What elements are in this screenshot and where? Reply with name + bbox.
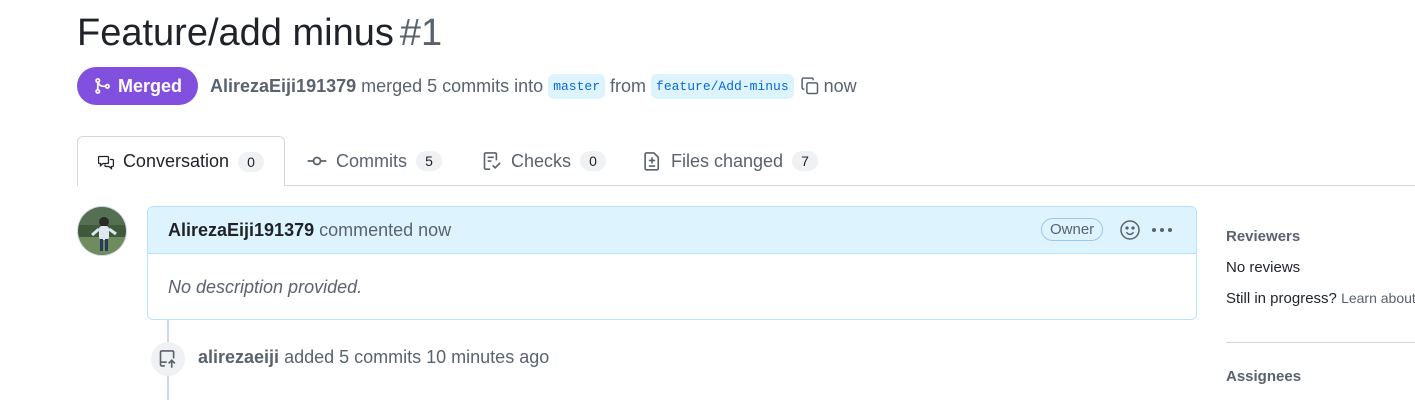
sidebar-divider: [1226, 342, 1415, 343]
comment-header: AlirezaEiji191379 commented now Owner: [148, 207, 1196, 254]
avatar[interactable]: [77, 206, 127, 256]
tab-conversation-count: 0: [238, 151, 264, 172]
tab-commits-count: 5: [416, 151, 442, 171]
pr-meta: Merged AlirezaEiji191379 merged 5 commit…: [77, 67, 857, 105]
tab-conversation-label: Conversation: [122, 151, 229, 171]
event-text: added 5 commits 10 minutes ago: [284, 347, 550, 367]
no-reviews-text: No reviews: [1226, 259, 1301, 276]
from-text: from: [610, 75, 647, 96]
event-author-link[interactable]: alirezaeiji: [198, 347, 279, 367]
file-diff-icon: [644, 152, 660, 171]
tab-checks[interactable]: Checks 0: [462, 136, 626, 186]
pr-title-row: Feature/add minus #1: [77, 10, 442, 56]
smiley-icon[interactable]: [1119, 219, 1141, 241]
pr-number: #1: [399, 12, 443, 54]
checklist-icon: [483, 152, 501, 170]
copy-icon[interactable]: [800, 76, 820, 96]
merged-state-badge: Merged: [77, 67, 199, 105]
comment-author-link[interactable]: AlirezaEiji191379: [168, 220, 314, 241]
learn-about-link[interactable]: Learn about: [1341, 290, 1415, 306]
base-branch-label[interactable]: master: [548, 73, 606, 99]
pr-title: Feature/add minus: [77, 12, 394, 54]
comment-discussion-icon: [98, 155, 114, 170]
tab-files-changed-label: Files changed: [671, 150, 784, 171]
merge-action-text: merged 5 commits into: [361, 75, 544, 96]
tab-commits[interactable]: Commits 5: [287, 136, 462, 186]
tab-checks-count: 0: [580, 151, 607, 171]
assignees-heading[interactable]: Assignees: [1226, 368, 1301, 385]
tab-commits-label: Commits: [336, 150, 407, 171]
still-in-progress: Still in progress? Learn about: [1226, 290, 1415, 307]
state-label: Merged: [118, 75, 183, 96]
repo-push-icon: [159, 350, 176, 368]
merge-time: now: [823, 75, 857, 96]
head-branch-label[interactable]: feature/Add-minus: [651, 73, 794, 99]
comment-body: No description provided.: [168, 277, 363, 297]
sidebar: Reviewers No reviews Still in progress? …: [1226, 225, 1415, 385]
tab-files-changed-count: 7: [792, 151, 819, 171]
still-in-progress-text: Still in progress?: [1226, 290, 1337, 307]
commits-added-event: alirezaeiji added 5 commits 10 minutes a…: [198, 347, 549, 368]
pr-author-link[interactable]: AlirezaEiji191379: [210, 76, 356, 97]
owner-badge: Owner: [1041, 218, 1104, 241]
reviewers-heading[interactable]: Reviewers: [1226, 228, 1415, 245]
kebab-horizontal-icon[interactable]: [1150, 219, 1174, 241]
tab-conversation[interactable]: Conversation 0: [77, 136, 285, 186]
git-merge-icon: [95, 78, 110, 94]
git-commit-icon: [307, 156, 327, 166]
commit-event-badge: [151, 342, 185, 376]
pr-tabs: Conversation 0 Commits 5 Checks 0 Files …: [77, 136, 1415, 186]
tab-checks-label: Checks: [511, 150, 572, 171]
tab-files-changed[interactable]: Files changed 7: [622, 136, 838, 186]
comment-action: commented now: [319, 219, 452, 240]
pr-description-comment: AlirezaEiji191379 commented now Owner No…: [147, 206, 1197, 320]
